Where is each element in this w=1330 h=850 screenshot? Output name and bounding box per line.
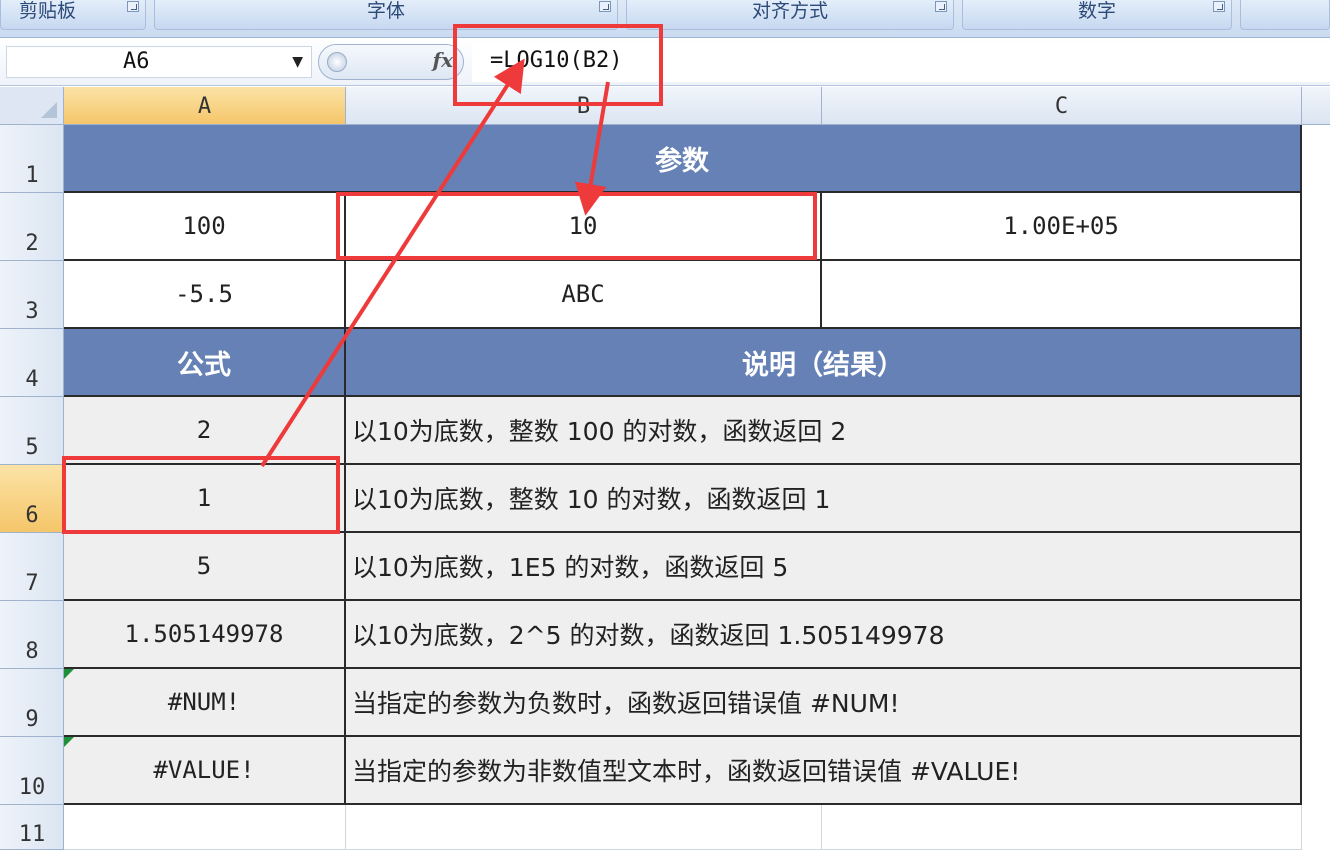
insert-function-icon[interactable]: fx <box>432 48 453 72</box>
result-value[interactable]: 5 <box>64 533 346 601</box>
dialog-launcher-icon[interactable] <box>599 1 611 12</box>
column-header-a[interactable]: A <box>64 87 346 125</box>
result-value[interactable]: #VALUE! <box>64 737 346 805</box>
cell-b3[interactable]: ABC <box>346 261 822 329</box>
result-value[interactable]: 1.505149978 <box>64 601 346 669</box>
result-description[interactable]: 以10为底数，整数 10 的对数，函数返回 1 <box>346 465 1302 533</box>
name-box[interactable]: A6 ▼ <box>6 46 312 78</box>
ribbon-group-number[interactable]: 数字 <box>962 0 1232 30</box>
ribbon-group-label: 剪贴板 <box>19 0 77 22</box>
cell-a3[interactable]: -5.5 <box>64 261 346 329</box>
column-header-d[interactable] <box>1302 87 1330 125</box>
row-header[interactable]: 4 <box>0 329 64 397</box>
ribbon-group-label: 字体 <box>366 0 405 22</box>
row-header[interactable]: 1 <box>0 125 64 193</box>
worksheet-grid: A B C 1 2 3 4 5 6 7 8 9 10 11 参数 100 10 … <box>0 87 1330 850</box>
ribbon-group-label: 对齐方式 <box>751 0 828 22</box>
error-indicator-icon <box>64 737 74 747</box>
cell-b2[interactable]: 10 <box>346 193 822 261</box>
cell-a11[interactable] <box>64 805 346 850</box>
cell-a2[interactable]: 100 <box>64 193 346 261</box>
select-all-button[interactable] <box>0 87 64 125</box>
row-header[interactable]: 2 <box>0 193 64 261</box>
column-header-c[interactable]: C <box>822 87 1302 125</box>
row-header[interactable]: 11 <box>0 805 64 850</box>
ribbon-group-font[interactable]: 字体 <box>154 0 618 30</box>
formula-input[interactable]: =LOG10(B2) <box>472 42 1330 82</box>
cell-c3[interactable] <box>822 261 1302 329</box>
error-indicator-icon <box>64 669 74 679</box>
cell-c11[interactable] <box>822 805 1302 850</box>
result-description[interactable]: 当指定的参数为负数时，函数返回错误值 #NUM! <box>346 669 1302 737</box>
dialog-launcher-icon[interactable] <box>127 1 139 12</box>
resize-handle-icon[interactable] <box>327 52 347 72</box>
row-header[interactable]: 9 <box>0 669 64 737</box>
params-header[interactable]: 参数 <box>64 125 1302 193</box>
result-value-text: #VALUE! <box>153 756 255 784</box>
row-header[interactable]: 3 <box>0 261 64 329</box>
result-description[interactable]: 以10为底数，1E5 的对数，函数返回 5 <box>346 533 1302 601</box>
ribbon-group-alignment[interactable]: 对齐方式 <box>626 0 954 30</box>
result-description[interactable]: 以10为底数，2^5 的对数，函数返回 1.505149978 <box>346 601 1302 669</box>
name-box-value: A6 <box>123 49 150 74</box>
column-header-b[interactable]: B <box>346 87 822 125</box>
dialog-launcher-icon[interactable] <box>935 1 947 12</box>
formula-text: =LOG10(B2) <box>490 48 623 73</box>
formula-bar: A6 ▼ fx =LOG10(B2) <box>0 38 1330 86</box>
formula-bar-splitter[interactable]: fx <box>318 44 464 80</box>
cell-c2[interactable]: 1.00E+05 <box>822 193 1302 261</box>
row-header[interactable]: 8 <box>0 601 64 669</box>
dialog-launcher-icon[interactable] <box>1213 1 1225 12</box>
chevron-down-icon[interactable]: ▼ <box>292 54 303 70</box>
ribbon: 剪贴板 字体 对齐方式 数字 <box>0 0 1330 38</box>
result-value[interactable]: 2 <box>64 397 346 465</box>
row-header[interactable]: 7 <box>0 533 64 601</box>
ribbon-group-label: 数字 <box>1077 0 1116 22</box>
row-header[interactable]: 10 <box>0 737 64 805</box>
formula-header[interactable]: 公式 <box>64 329 346 397</box>
row-header[interactable]: 5 <box>0 397 64 465</box>
result-value[interactable]: #NUM! <box>64 669 346 737</box>
result-description[interactable]: 以10为底数，整数 100 的对数，函数返回 2 <box>346 397 1302 465</box>
result-value-selected[interactable]: 1 <box>64 465 346 533</box>
result-description[interactable]: 当指定的参数为非数值型文本时，函数返回错误值 #VALUE! <box>346 737 1302 805</box>
ribbon-group-next[interactable] <box>1240 0 1330 30</box>
row-header-selected[interactable]: 6 <box>0 465 64 533</box>
ribbon-group-clipboard[interactable]: 剪贴板 <box>0 0 146 30</box>
cell-b11[interactable] <box>346 805 822 850</box>
description-header[interactable]: 说明（结果） <box>346 329 1302 397</box>
result-value-text: #NUM! <box>167 688 241 716</box>
